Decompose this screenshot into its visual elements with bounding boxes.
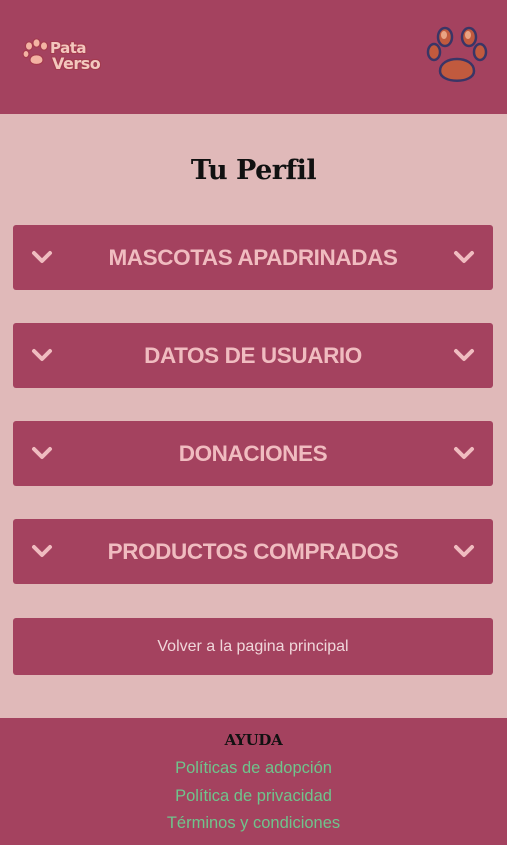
section-donaciones[interactable]: DONACIONES: [13, 421, 493, 486]
paw-icon[interactable]: [426, 26, 488, 86]
section-productos-comprados[interactable]: PRODUCTOS COMPRADOS: [13, 519, 493, 584]
logo-line-2: Verso: [52, 54, 101, 73]
pataverso-logo[interactable]: Pata Verso: [22, 36, 101, 80]
chevron-down-icon: [32, 251, 52, 263]
page-title: Tu Perfil: [190, 155, 317, 186]
section-label: DATOS DE USUARIO: [144, 342, 362, 368]
chevron-down-icon: [32, 447, 52, 459]
back-to-home-button[interactable]: Volver a la pagina principal: [13, 618, 493, 675]
chevron-down-icon: [32, 545, 52, 557]
section-datos-de-usuario[interactable]: DATOS DE USUARIO: [13, 323, 493, 388]
logo-text: Pata Verso: [50, 40, 101, 73]
logo-paw-icon: [22, 38, 49, 66]
section-mascotas-apadrinadas[interactable]: MASCOTAS APADRINADAS: [13, 225, 493, 290]
footer-heading: AYUDA: [224, 731, 283, 749]
section-label: MASCOTAS APADRINADAS: [108, 244, 398, 270]
footer: AYUDA Políticas de adopción Política de …: [0, 718, 507, 845]
header: Pata Verso: [0, 0, 507, 114]
chevron-down-icon: [32, 349, 52, 361]
chevron-down-icon: [454, 545, 474, 557]
footer-link-adoption-policy[interactable]: Políticas de adopción: [0, 759, 507, 778]
chevron-down-icon: [454, 251, 474, 263]
section-label: PRODUCTOS COMPRADOS: [107, 538, 399, 564]
section-label: DONACIONES: [178, 440, 328, 466]
footer-link-terms[interactable]: Términos y condiciones: [0, 814, 507, 833]
chevron-down-icon: [454, 447, 474, 459]
footer-link-privacy-policy[interactable]: Política de privacidad: [0, 787, 507, 806]
chevron-down-icon: [454, 349, 474, 361]
